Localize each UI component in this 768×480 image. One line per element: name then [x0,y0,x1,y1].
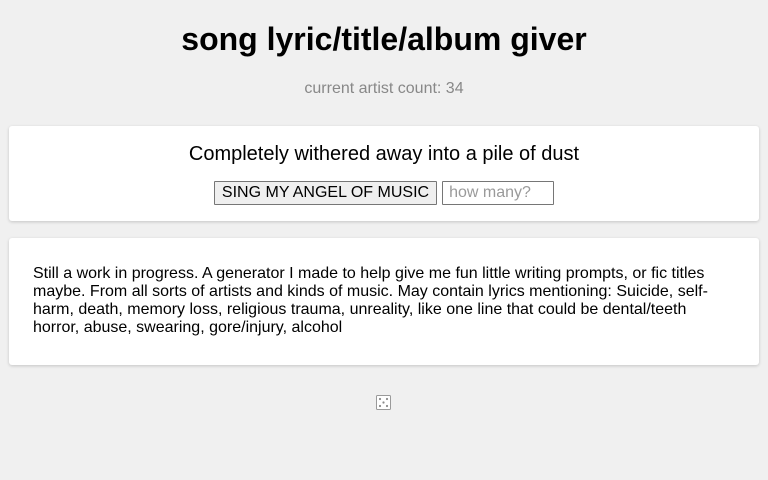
description-text: Still a work in progress. A generator I … [33,265,708,336]
lyric-output: Completely withered away into a pile of … [188,143,580,165]
info-card: Still a work in progress. A generator I … [9,238,759,365]
artist-count: current artist count: 34 [304,80,464,97]
page-title: song lyric/title/album giver [181,21,587,57]
sing-button[interactable]: SING MY ANGEL OF MUSIC [213,181,438,205]
generator-controls: SING MY ANGEL OF MUSIC [9,181,759,205]
how-many-input[interactable] [442,181,555,205]
generator-card: Completely withered away into a pile of … [9,126,759,221]
dice-icon[interactable] [376,395,391,410]
